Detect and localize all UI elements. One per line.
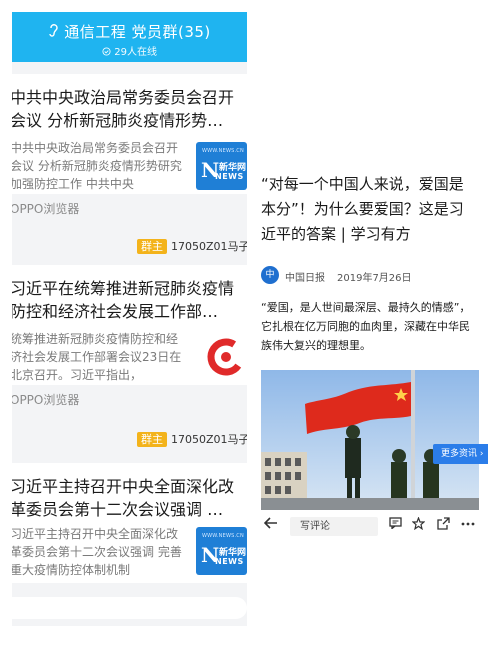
thumb-ws: NEWS <box>215 172 244 181</box>
publisher-name[interactable]: 中国日报 <box>285 269 325 284</box>
article-title-line: “对每一个中国人来说，爱国是 <box>261 175 464 193</box>
card-summary-line: 重大疫情防控体制机制 <box>12 563 131 577</box>
shared-article-card[interactable]: 习近平在统筹推进新冠肺炎疫情 防控和经济社会发展工作部… 统筹推进新冠肺炎疫情防… <box>12 265 247 385</box>
card-summary: 统筹推进新冠肺炎疫情防控和经 济社会发展工作部署会议23日在 北京召开。习近平指… <box>12 330 190 384</box>
sender-row: 群主 17050Z01马子 <box>12 237 247 257</box>
chat-header: 通信工程 党员群(35) 29人在线 <box>12 12 247 62</box>
card-summary-line: 北京召开。习近平指出， <box>12 368 143 382</box>
article-title: “对每一个中国人来说，爱国是 本分”！为什么要爱国？这是习 近平的答案 | 学习… <box>261 172 483 247</box>
shared-article-card[interactable]: 中共中央政治局常务委员会召开 会议 分析新冠肺炎疫情形势… 中共中央政治局常务委… <box>12 74 247 194</box>
card-title-line: 革委员会第十二次会议强调 … <box>12 500 224 519</box>
article-title-line: 近平的答案 | 学习有方 <box>261 225 411 243</box>
source-label-text: OPPO浏览器 <box>12 202 80 216</box>
comment-placeholder: 写评论 <box>300 521 330 532</box>
input-bar-edge[interactable] <box>12 597 247 619</box>
article-body: “爱国，是人世间最深层、最持久的情感”， 它扎根在亿万同胞的血肉里，深藏在中华民… <box>261 298 483 355</box>
article-title-line: 本分”！为什么要爱国？这是习 <box>261 200 464 218</box>
star-icon[interactable] <box>411 516 426 534</box>
publish-date: 2019年7月26日 <box>337 273 412 284</box>
comment-input[interactable]: 写评论 <box>290 517 378 536</box>
chat-panel: 通信工程 党员群(35) 29人在线 中共中央政治局常务委员会召开 会议 分析新… <box>12 12 247 626</box>
c-logo-icon <box>196 333 247 381</box>
card-summary-line: 革委员会第十二次会议强调 完善 <box>12 545 182 559</box>
card-summary-line: 会议 分析新冠肺炎疫情形势研究 <box>12 159 182 173</box>
card-title: 中共中央政治局常务委员会召开 会议 分析新冠肺炎疫情形势… <box>12 86 247 132</box>
card-summary-line: 习近平主持召开中央全面深化改 <box>12 527 179 541</box>
card-summary-line: 济社会发展工作部署会议23日在 <box>12 350 182 364</box>
card-title: 习近平主持召开中央全面深化改 革委员会第十二次会议强调 … <box>12 475 247 521</box>
source-label: OPPO浏览器 <box>12 194 247 224</box>
card-title-line: 会议 分析新冠肺炎疫情形势… <box>12 111 224 130</box>
more-news-label: 更多资讯 › <box>441 449 484 459</box>
online-status-icon <box>102 47 114 58</box>
sender-name[interactable]: 17050Z01马子 <box>171 238 247 254</box>
share-icon[interactable] <box>437 517 450 534</box>
card-title-line: 中共中央政治局常务委员会召开 <box>12 88 235 107</box>
xinhua-logo-icon: WWW.NEWS.CN N 新华网 NEWS <box>196 527 247 575</box>
article-toolbar: 写评论 <box>252 512 488 542</box>
xinhua-logo-icon: WWW.NEWS.CN N 新华网 NEWS <box>196 142 247 190</box>
source-label: OPPO浏览器 <box>12 385 247 415</box>
card-summary-line: 中共中央政治局常务委员会召开 <box>12 141 179 155</box>
group-title-text: 通信工程 党员群(35) <box>64 23 211 41</box>
owner-badge: 群主 <box>137 432 167 447</box>
card-summary-line: 加强防控工作 中共中央 <box>12 177 134 191</box>
article-body-line: 它扎根在亿万同胞的血肉里，深藏在中华民 <box>261 320 470 333</box>
sender-row: 群主 17050Z01马子 <box>12 430 247 450</box>
voice-mode-icon[interactable] <box>48 23 58 41</box>
article-body-line: 族伟大复兴的理想里。 <box>261 339 371 352</box>
article-panel: “对每一个中国人来说，爱国是 本分”！为什么要爱国？这是习 近平的答案 | 学习… <box>252 152 488 542</box>
more-news-button[interactable]: 更多资讯 › <box>433 444 488 464</box>
card-title-line: 习近平主持召开中央全面深化改 <box>12 477 235 496</box>
back-arrow-icon[interactable] <box>263 517 278 533</box>
group-title[interactable]: 通信工程 党员群(35) <box>12 21 247 42</box>
card-title: 习近平在统筹推进新冠肺炎疫情 防控和经济社会发展工作部… <box>12 277 247 323</box>
more-icon[interactable] <box>461 517 475 534</box>
online-status: 29人在线 <box>12 43 247 58</box>
card-title-line: 习近平在统筹推进新冠肺炎疫情 <box>12 279 235 298</box>
china-daily-logo-icon: 中 <box>261 266 279 284</box>
thumb-ws: NEWS <box>215 557 244 566</box>
online-status-text: 29人在线 <box>114 47 157 58</box>
thumb-url: WWW.NEWS.CN <box>202 148 244 154</box>
owner-badge: 群主 <box>137 239 167 254</box>
card-summary-line: 统筹推进新冠肺炎疫情防控和经 <box>12 332 179 346</box>
comment-icon[interactable] <box>389 517 402 533</box>
card-summary: 中共中央政治局常务委员会召开 会议 分析新冠肺炎疫情形势研究 加强防控工作 中共… <box>12 139 190 193</box>
article-body-line: “爱国，是人世间最深层、最持久的情感”， <box>261 301 471 314</box>
card-title-line: 防控和经济社会发展工作部… <box>12 302 219 321</box>
sender-name[interactable]: 17050Z01马子 <box>171 431 247 447</box>
source-label-text: OPPO浏览器 <box>12 393 80 407</box>
thumb-url: WWW.NEWS.CN <box>202 533 244 539</box>
flag-ceremony-image[interactable] <box>261 370 479 510</box>
card-summary: 习近平主持召开中央全面深化改 革委员会第十二次会议强调 完善 重大疫情防控体制机… <box>12 525 190 579</box>
shared-article-card[interactable]: 习近平主持召开中央全面深化改 革委员会第十二次会议强调 … 习近平主持召开中央全… <box>12 463 247 583</box>
